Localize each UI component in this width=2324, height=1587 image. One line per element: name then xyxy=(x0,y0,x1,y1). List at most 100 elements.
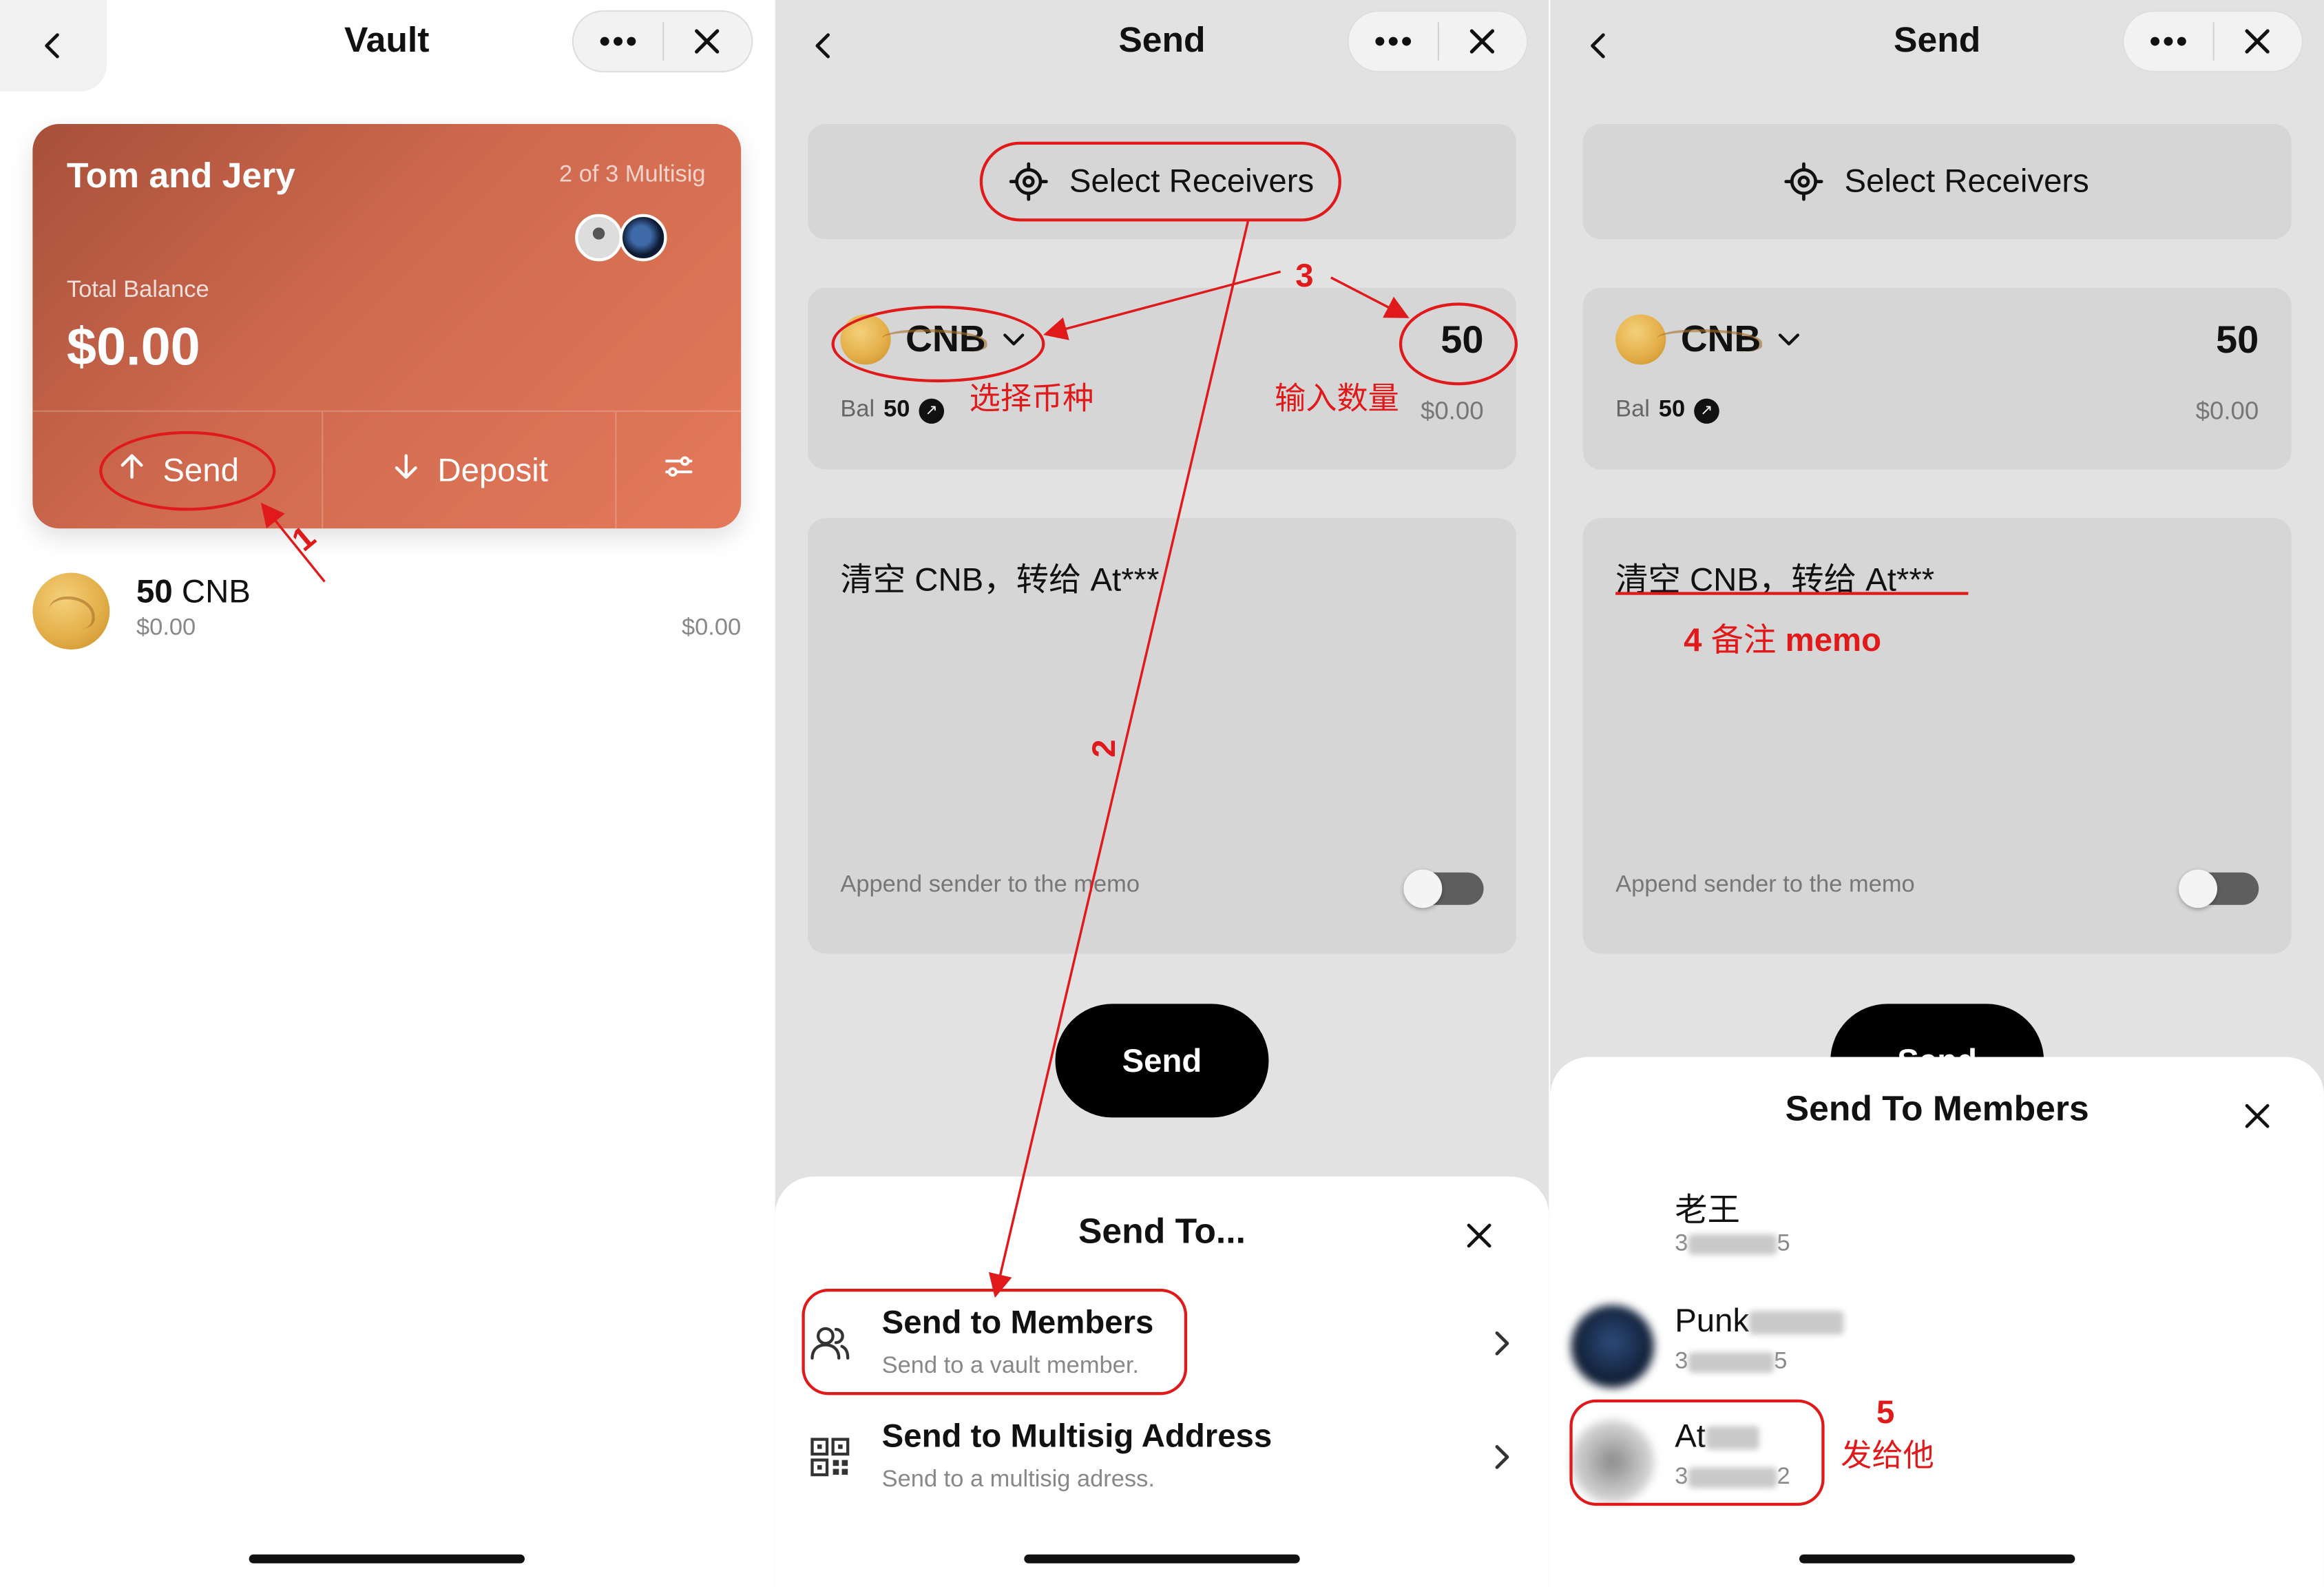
asset-symbol: CNB xyxy=(181,572,251,610)
home-indicator xyxy=(1024,1554,1300,1564)
annotation-step-3: 3 xyxy=(1295,256,1314,294)
balance-label: Bal xyxy=(1615,397,1650,422)
arrow-out-icon[interactable]: ↗ xyxy=(1694,397,1719,424)
annotation-circle-amount xyxy=(1399,302,1518,386)
mini-program-capsule xyxy=(1347,10,1529,73)
multisig-label: 2 of 3 Multisig xyxy=(559,162,706,188)
home-indicator xyxy=(1799,1554,2075,1564)
annotation-step-5: 5 xyxy=(1876,1393,1895,1431)
screenshot-canvas: Vault Tom and Jery 2 of 3 Multisig Total… xyxy=(0,0,2324,1587)
mini-program-capsule xyxy=(2122,10,2303,73)
asset-usd-value: $0.00 xyxy=(136,615,196,641)
deposit-action-label: Deposit xyxy=(437,450,548,488)
address-start: 3 xyxy=(1675,1349,1688,1375)
memo-input[interactable]: 清空 CNB，转给 At*** xyxy=(840,554,1159,601)
more-dots-icon xyxy=(600,37,636,46)
target-icon xyxy=(1785,162,1824,201)
top-bar: Send xyxy=(775,0,1549,92)
arrow-out-icon[interactable]: ↗ xyxy=(919,397,944,424)
annotation-circle-send xyxy=(99,431,276,511)
total-balance-label: Total Balance xyxy=(66,277,209,303)
annotation-box-send-to-members xyxy=(802,1289,1188,1396)
member-item[interactable]: Punk 35 xyxy=(1571,1299,2283,1402)
append-sender-label: Append sender to the memo xyxy=(1615,872,1915,898)
send-button[interactable]: Send xyxy=(1055,1004,1269,1118)
asset-amount-value: 50 xyxy=(136,572,173,610)
sheet-title: Send To... xyxy=(1078,1212,1246,1252)
close-icon xyxy=(695,29,720,54)
close-button[interactable] xyxy=(1438,12,1527,71)
filter-icon xyxy=(662,450,695,491)
arrow-down-icon xyxy=(390,450,423,491)
chevron-right-icon xyxy=(1495,1444,1509,1469)
send-to-members-sheet: Send To Members 老王 35 Punk 35 At 32 xyxy=(1550,1057,2324,1587)
balance-value: 50 xyxy=(1658,397,1686,422)
member-name-visible: Punk xyxy=(1675,1302,1750,1339)
append-sender-label: Append sender to the memo xyxy=(840,872,1140,898)
send-screen: Send Select Receivers CNB 50 xyxy=(775,0,1549,1587)
home-indicator xyxy=(249,1554,525,1564)
top-bar: Vault xyxy=(0,0,774,92)
annotation-circle-select-receivers xyxy=(979,141,1341,222)
balance-value: 50 xyxy=(883,397,910,422)
append-sender-toggle[interactable] xyxy=(1403,869,1484,909)
more-dots-icon xyxy=(2150,37,2186,46)
qr-code-icon xyxy=(810,1438,850,1477)
asset-amount: 50 CNB xyxy=(136,573,251,612)
balance-info: Bal 50 ↗ xyxy=(1615,397,1719,424)
annotation-underline-memo xyxy=(1615,592,1969,595)
chevron-right-icon xyxy=(1495,1331,1509,1356)
send-members-screen: Send Select Receivers CNB 50 xyxy=(1550,0,2324,1587)
settings-action-button[interactable] xyxy=(616,412,741,528)
usd-value: $0.00 xyxy=(2195,397,2259,426)
token-selector[interactable]: CNB xyxy=(1615,314,1803,365)
deposit-action-button[interactable]: Deposit xyxy=(323,411,617,529)
balance-info: Bal 50 ↗ xyxy=(840,397,944,424)
address-redacted xyxy=(1688,1351,1775,1373)
close-button[interactable] xyxy=(2214,12,2302,71)
cnb-token-icon xyxy=(32,572,110,650)
address-end: 5 xyxy=(1774,1349,1788,1375)
more-dots-icon xyxy=(1374,37,1411,46)
vault-screen: Vault Tom and Jery 2 of 3 Multisig Total… xyxy=(0,0,774,1587)
annotation-circle-token xyxy=(831,305,1045,383)
address-redacted xyxy=(1688,1234,1777,1255)
member-avatar xyxy=(619,214,667,262)
member-avatar xyxy=(575,214,623,262)
more-button[interactable] xyxy=(2124,12,2212,71)
annotation-step-4: 4 备注 memo xyxy=(1684,614,1881,662)
append-sender-toggle[interactable] xyxy=(2179,869,2259,909)
usd-value: $0.00 xyxy=(1420,397,1484,426)
name-redacted xyxy=(1749,1311,1844,1335)
send-to-multisig-option[interactable]: Send to Multisig Address Send to a multi… xyxy=(805,1409,1516,1506)
vault-name: Tom and Jery xyxy=(66,156,295,197)
cnb-token-icon xyxy=(1615,314,1666,365)
select-receivers-button[interactable]: Select Receivers xyxy=(1582,124,2292,240)
asset-row[interactable]: 50 CNB $0.00 $0.00 xyxy=(32,570,741,652)
annotation-box-member-at xyxy=(1569,1399,1825,1506)
close-icon[interactable] xyxy=(1461,1218,1497,1253)
close-button[interactable] xyxy=(663,12,751,71)
member-name: Punk xyxy=(1675,1302,1844,1340)
top-bar: Send xyxy=(1550,0,2324,92)
more-button[interactable] xyxy=(574,12,662,71)
avatar xyxy=(1571,1305,1655,1388)
member-name: 老王 xyxy=(1675,1191,1740,1229)
close-icon xyxy=(2245,29,2270,54)
annotation-select-token: 选择币种 xyxy=(969,382,1094,417)
more-button[interactable] xyxy=(1349,12,1437,71)
token-amount-box: CNB 50 Bal 50 ↗ $0.00 xyxy=(1582,287,2292,470)
member-address: 35 xyxy=(1675,1349,1787,1376)
close-icon[interactable] xyxy=(2239,1099,2275,1134)
annotation-send-to-him: 发给他 xyxy=(1841,1439,1934,1473)
select-receivers-label: Select Receivers xyxy=(1844,162,2089,200)
amount-input[interactable]: 50 xyxy=(2216,318,2259,363)
mini-program-capsule xyxy=(572,10,753,73)
address-start: 3 xyxy=(1675,1231,1688,1256)
member-item[interactable]: 老王 35 xyxy=(1571,1181,2283,1285)
close-icon xyxy=(1470,29,1495,54)
member-address: 35 xyxy=(1675,1231,1790,1258)
memo-box[interactable]: 清空 CNB，转给 At*** Append sender to the mem… xyxy=(1582,518,2292,954)
annotation-step-4-text: 备注 xyxy=(1710,621,1777,658)
memo-box[interactable]: 清空 CNB，转给 At*** Append sender to the mem… xyxy=(808,518,1516,954)
